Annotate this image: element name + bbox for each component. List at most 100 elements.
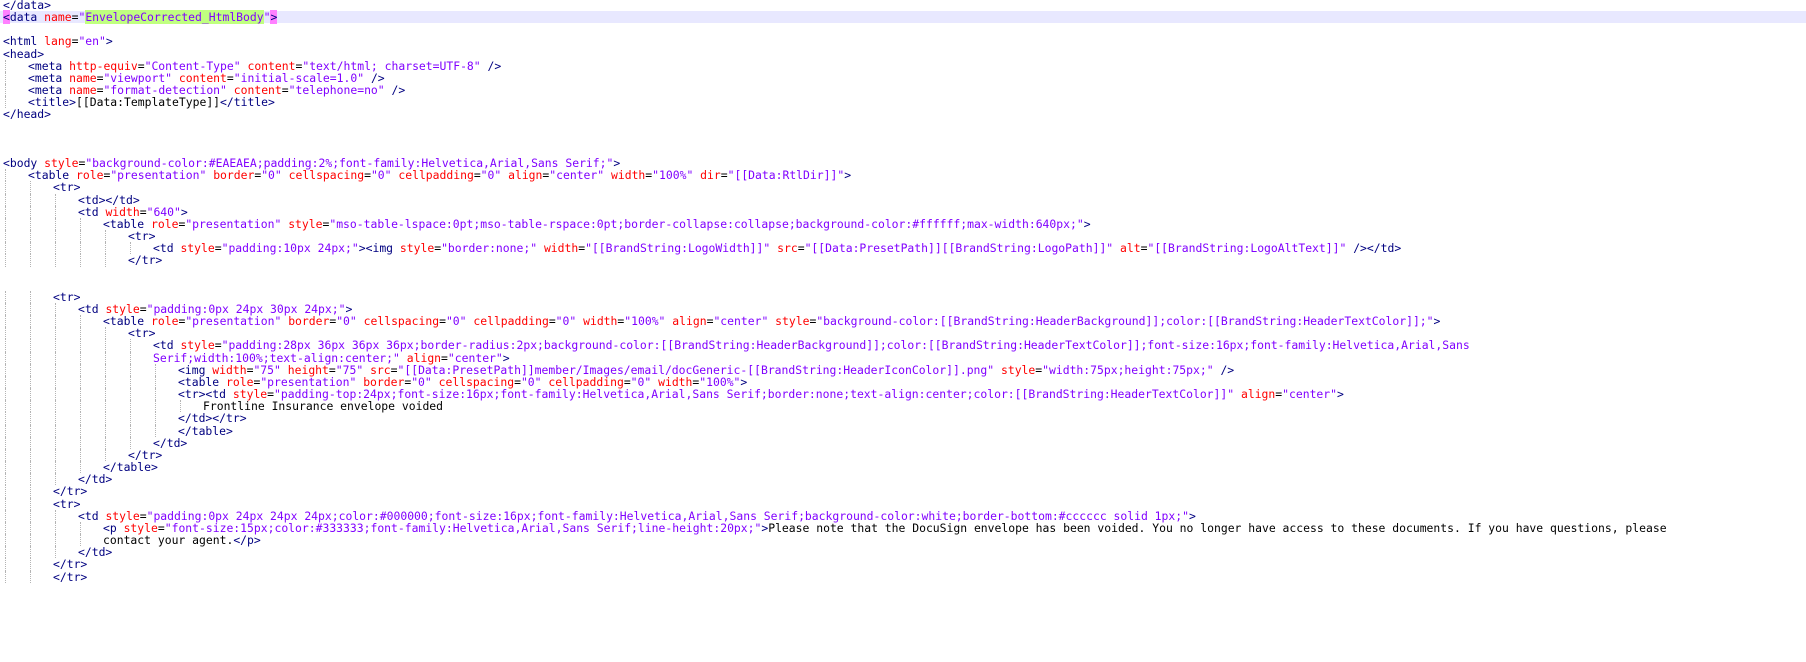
code-line[interactable]: </table> (0, 461, 1806, 474)
code-token: "presentation" (185, 216, 282, 231)
code-token: [[Data:TemplateType]] (76, 95, 221, 110)
code-token: alt (1120, 241, 1141, 256)
code-line[interactable]: <p style="font-size:15px;color:#333333;f… (0, 521, 1806, 535)
code-line[interactable]: </td> (0, 546, 1806, 559)
code-line[interactable] (0, 23, 1806, 35)
indent-guide (30, 339, 31, 352)
indent-guide (30, 290, 31, 303)
code-line[interactable]: </table> (0, 425, 1806, 437)
code-line[interactable] (0, 133, 1806, 145)
code-token: style (775, 314, 810, 329)
indent-guide (5, 169, 6, 182)
indent-guide (80, 217, 81, 231)
code-token: ><img (358, 241, 394, 256)
code-token: > (844, 168, 852, 183)
code-token: width (611, 168, 646, 183)
indent-guide (5, 254, 6, 267)
code-line[interactable]: </tr> (0, 449, 1806, 462)
indent-guide (55, 230, 56, 243)
code-line[interactable]: </tr> (0, 485, 1806, 498)
code-line[interactable]: <table role="presentation" style="mso-ta… (0, 217, 1806, 231)
indent-guide (5, 521, 6, 535)
code-line[interactable]: <data name="EnvelopeCorrected_HtmlBody"> (0, 10, 1806, 25)
code-token: cellpadding (473, 314, 549, 329)
code-token: = (720, 168, 728, 183)
code-line[interactable]: </tr> (0, 558, 1806, 571)
code-line[interactable]: <tr> (0, 180, 1806, 195)
indent-guide (55, 436, 56, 449)
code-token: "en" (78, 34, 106, 49)
code-token: "center" (713, 314, 769, 329)
code-line[interactable]: <title>[[Data:TemplateType]]</title> (0, 95, 1806, 110)
code-token: </p> (233, 533, 261, 548)
code-text: </head> (3, 108, 51, 120)
indent-guide (30, 546, 31, 559)
code-line[interactable]: contact your agent.</p> (0, 533, 1806, 548)
code-line[interactable]: <html lang="en"> (0, 35, 1806, 47)
code-line[interactable]: </td> (0, 473, 1806, 486)
indent-guide (105, 412, 106, 425)
code-token: </tr> (128, 253, 163, 268)
code-token: contact your agent. (103, 533, 234, 548)
code-token: > (105, 34, 113, 49)
indent-guide (5, 193, 6, 206)
code-line[interactable]: </td></tr> (0, 412, 1806, 425)
indent-guide (105, 339, 106, 352)
indent-guide (80, 400, 81, 413)
indent-guide (105, 254, 106, 267)
code-token: "presentation" (185, 314, 282, 329)
indent-guide (80, 388, 81, 401)
code-line[interactable]: <table role="presentation" border="0" ce… (0, 168, 1806, 183)
indent-guide (5, 558, 6, 571)
indent-guide (55, 509, 56, 522)
indent-guide (130, 388, 131, 401)
indent-guide (80, 351, 81, 364)
indent-guide (5, 473, 6, 486)
code-line[interactable] (0, 267, 1806, 279)
code-token: "presentation" (110, 168, 207, 183)
code-line[interactable] (0, 121, 1806, 133)
indent-guide (30, 254, 31, 267)
code-line[interactable]: <td></td> (0, 193, 1806, 206)
indent-guide (5, 400, 6, 413)
indent-guide (155, 388, 156, 401)
code-token: /> (1220, 362, 1235, 377)
code-token: <td (78, 204, 99, 219)
code-line[interactable]: </td> (0, 437, 1806, 449)
indent-guide (30, 534, 31, 547)
code-token: cellpadding (398, 168, 474, 183)
indent-guide (30, 424, 31, 437)
indent-guide (130, 351, 131, 364)
indent-guide (30, 327, 31, 340)
code-line[interactable]: </tr> (0, 570, 1806, 583)
indent-guide (5, 351, 6, 364)
indent-guide (55, 351, 56, 364)
indent-guide (105, 327, 106, 340)
code-line[interactable]: </tr> (0, 253, 1806, 268)
indent-guide (55, 424, 56, 437)
indent-guide (5, 181, 6, 194)
indent-guide (105, 400, 106, 413)
code-text: <td style="padding:10px 24px;"><img styl… (153, 242, 1401, 254)
indent-guide (130, 412, 131, 425)
code-line[interactable]: Frontline Insurance envelope voided (0, 400, 1806, 413)
code-token: lang (44, 34, 72, 49)
code-line[interactable]: <td style="padding:10px 24px;"><img styl… (0, 242, 1806, 255)
code-token: <tr> (53, 180, 81, 195)
code-text: <table role="presentation" style="mso-ta… (103, 218, 1091, 230)
code-token: cellspacing (363, 314, 440, 329)
code-token: "center" (1282, 387, 1338, 402)
code-line[interactable] (0, 279, 1806, 291)
indent-guide (55, 242, 56, 255)
indent-guide (55, 521, 56, 535)
code-editor[interactable]: </data> <data name="EnvelopeCorrected_Htm… (0, 0, 1806, 662)
code-line[interactable]: <table role="presentation" border="0" ce… (0, 314, 1806, 329)
indent-guide (80, 521, 81, 535)
code-token: "100%" (652, 168, 694, 183)
code-line[interactable]: </head> (0, 108, 1806, 120)
indent-guide (30, 509, 31, 522)
indent-guide (80, 424, 81, 437)
indent-guide (55, 327, 56, 340)
